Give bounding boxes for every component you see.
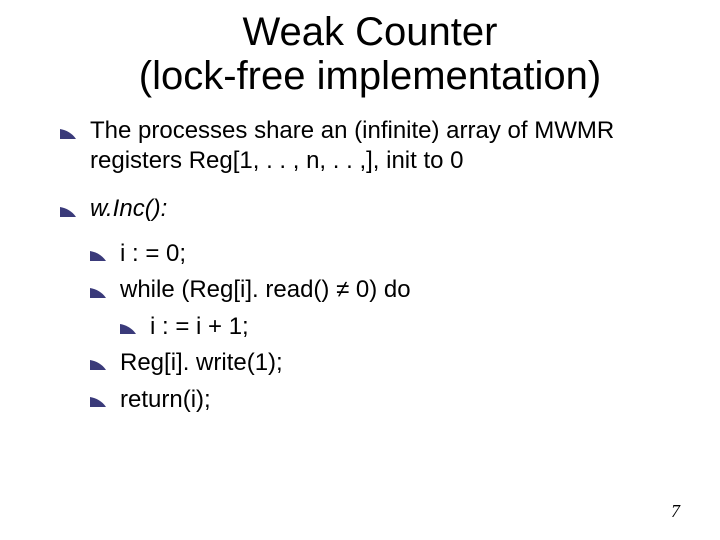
code-text: while (Reg[i]. read() ≠ 0) do: [120, 276, 411, 303]
bullet-icon: [90, 397, 106, 407]
code-text: return(i);: [120, 386, 211, 413]
title-line-2: (lock-free implementation): [139, 54, 601, 98]
code-line-1: i : = 0;: [90, 238, 680, 270]
code-line-5: return(i);: [90, 384, 680, 416]
code-line-3: i : = i + 1;: [120, 311, 680, 343]
bullet-icon: [60, 129, 76, 139]
bullet-icon: [90, 360, 106, 370]
code-line-2: while (Reg[i]. read() ≠ 0) do: [90, 274, 680, 306]
slide: Weak Counter (lock-free implementation) …: [0, 0, 720, 540]
code-line-4: Reg[i]. write(1);: [90, 347, 680, 379]
code-text: i : = 0;: [120, 240, 186, 267]
body-list: The processes share an (infinite) array …: [60, 116, 680, 416]
bullet-icon: [60, 207, 76, 217]
code-list-cont: Reg[i]. write(1); return(i);: [90, 347, 680, 416]
bullet-icon: [120, 324, 136, 334]
code-text: i : = i + 1;: [150, 313, 249, 340]
body-item-func: w.Inc(): i : = 0; while (Reg[i]. read() …: [60, 194, 680, 416]
bullet-icon: [90, 251, 106, 261]
intro-text: The processes share an (infinite) array …: [90, 117, 614, 174]
bullet-icon: [90, 288, 106, 298]
code-list: i : = 0; while (Reg[i]. read() ≠ 0) do: [90, 238, 680, 307]
title-line-1: Weak Counter: [243, 10, 498, 54]
code-text: Reg[i]. write(1);: [120, 349, 283, 376]
code-list-nested: i : = i + 1;: [90, 311, 680, 343]
func-text: w.Inc():: [90, 195, 167, 222]
slide-title: Weak Counter (lock-free implementation): [60, 10, 680, 98]
body-item-intro: The processes share an (infinite) array …: [60, 116, 680, 176]
page-number: 7: [671, 501, 680, 522]
